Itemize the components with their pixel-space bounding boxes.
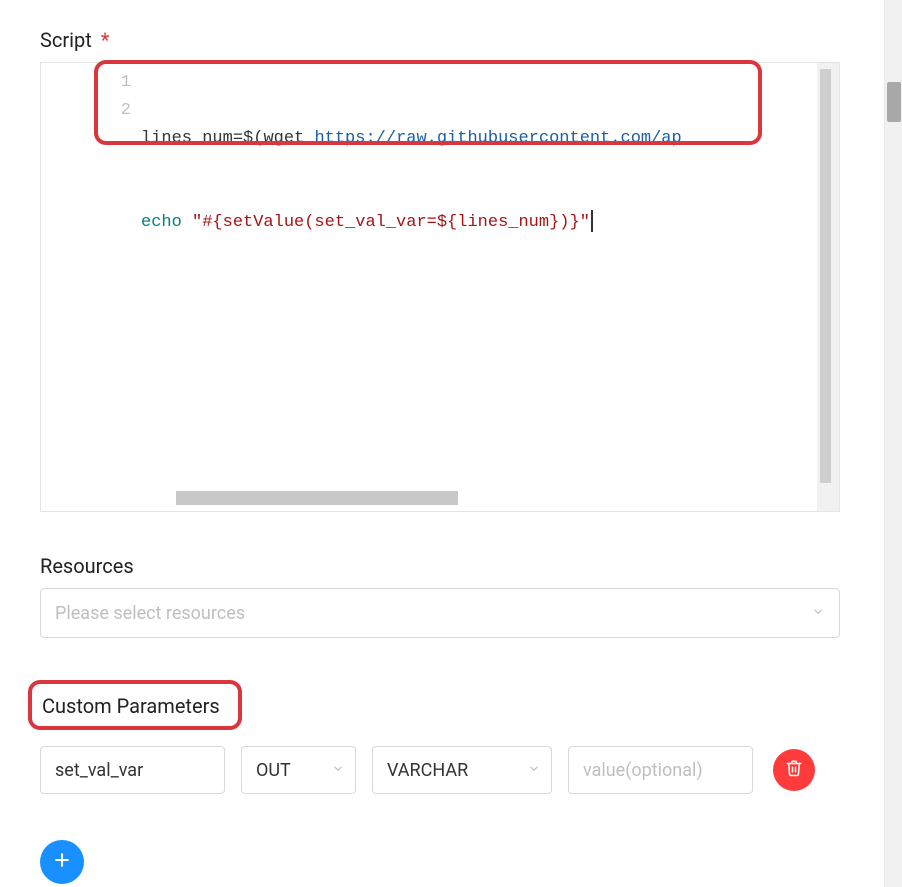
editor-vertical-scrollbar-thumb[interactable] — [820, 69, 831, 483]
param-direction-select[interactable]: OUT — [241, 746, 356, 794]
code-token: lines_num — [141, 129, 233, 148]
code-url: https://raw.githubusercontent.com/ap — [314, 129, 681, 148]
editor-vertical-scrollbar[interactable] — [817, 63, 839, 511]
page-scrollbar[interactable] — [884, 0, 902, 887]
code-area[interactable]: lines_num=$(wget https://raw.githubuserc… — [141, 69, 819, 293]
code-line-1[interactable]: lines_num=$(wget https://raw.githubuserc… — [141, 125, 819, 153]
custom-params-highlight-box: Custom Parameters — [28, 680, 242, 730]
delete-param-button[interactable] — [773, 749, 815, 791]
required-asterisk: * — [101, 28, 110, 52]
code-token: " — [182, 213, 202, 232]
line-gutter: 1 2 — [91, 69, 131, 125]
resources-label: Resources — [40, 554, 840, 578]
chevron-down-icon — [331, 760, 345, 781]
param-name-value: set_val_var — [55, 760, 143, 781]
script-editor[interactable]: 1 2 lines_num=$(wget https://raw.githubu… — [40, 62, 840, 512]
param-direction-value: OUT — [256, 760, 291, 781]
param-name-input[interactable]: set_val_var — [40, 746, 225, 794]
code-token: wget — [263, 129, 314, 148]
resources-label-text: Resources — [40, 554, 134, 578]
trash-icon — [785, 759, 803, 781]
param-value-input[interactable]: value(optional) — [568, 746, 753, 794]
script-label: Script * — [40, 28, 840, 52]
resources-select[interactable]: Please select resources — [40, 588, 840, 638]
line-number: 2 — [91, 97, 131, 125]
param-row: set_val_var OUT VARCHAR value(optional) — [40, 746, 840, 794]
custom-params-label: Custom Parameters — [42, 694, 220, 718]
chevron-down-icon — [811, 603, 825, 624]
custom-params-label-text: Custom Parameters — [42, 694, 220, 718]
editor-horizontal-scrollbar-thumb[interactable] — [176, 491, 458, 505]
page-scrollbar-thumb[interactable] — [887, 82, 901, 122]
text-cursor — [591, 210, 593, 232]
param-type-select[interactable]: VARCHAR — [372, 746, 552, 794]
add-param-button[interactable] — [40, 840, 84, 884]
code-line-2[interactable]: echo "#{setValue(set_val_var=${lines_num… — [141, 209, 819, 237]
plus-icon — [52, 850, 72, 874]
script-label-text: Script — [40, 28, 92, 52]
code-token: echo — [141, 213, 182, 232]
param-value-placeholder: value(optional) — [583, 760, 703, 781]
code-token: " — [580, 213, 590, 232]
line-number: 1 — [91, 69, 131, 97]
chevron-down-icon — [527, 760, 541, 781]
code-token: =$( — [233, 129, 264, 148]
param-type-value: VARCHAR — [387, 760, 468, 781]
resources-placeholder: Please select resources — [55, 603, 245, 624]
code-token: #{setValue(set_val_var=${lines_num})} — [202, 213, 579, 232]
